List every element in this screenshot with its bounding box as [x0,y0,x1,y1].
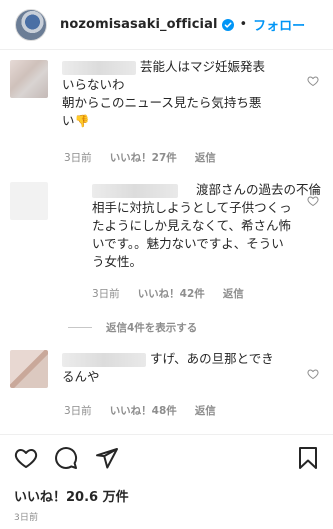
post-action-bar [0,440,333,476]
thumbs-down-emoji: 👎 [74,114,90,128]
comment-time: 3日前 [64,152,92,164]
reply-button[interactable]: 返信 [195,403,216,418]
reply-button[interactable]: 返信 [223,286,244,301]
comment-text: 渡部さんの過去の不倫 [196,181,321,199]
comment-meta: 3日前 いいね！27件 返信 [64,150,216,165]
view-replies-label: 返信4件を表示する [106,322,198,334]
comment-text: 芸能人はマジ妊娠発表 [140,58,265,76]
like-heart-icon[interactable] [307,195,319,207]
view-replies-button[interactable]: 返信4件を表示する [68,320,197,335]
comment-line: 相手に対抗しようとして子供つくっ [92,200,292,215]
commenter-name-blurred[interactable] [92,184,178,198]
heart-icon[interactable] [14,446,38,470]
comment-line: たようにしか見えなくて、希さん怖 [92,218,292,233]
comment-item: すげ、あの旦那とでき るんや 3日前 いいね！48件 返信 [0,350,333,425]
replies-divider-line [68,327,92,328]
username[interactable]: nozomisasaki_official [60,17,218,32]
share-paper-plane-icon[interactable] [95,446,119,470]
commenter-name-blurred[interactable] [62,61,136,75]
comment-line: いらないわ [62,77,125,92]
comment-line: すげ、あの旦那とでき [150,351,274,366]
comment-likes[interactable]: いいね！27件 [110,150,177,165]
comment-meta: 3日前 いいね！48件 返信 [64,403,216,418]
action-bar-divider [0,434,333,435]
comment-line: 渡部さんの過去の不倫 [196,182,322,197]
comment-item: 渡部さんの過去の不倫 相手に対抗しようとして子供つくっ たようにしか見えなくて、… [0,180,333,305]
commenter-avatar[interactable] [10,60,48,98]
avatar[interactable] [15,8,47,41]
commenter-avatar[interactable] [10,350,48,388]
comment-time: 3日前 [92,288,120,300]
verified-badge-icon [221,18,234,31]
commenter-name-blurred[interactable] [62,353,146,367]
comment-item: 芸能人はマジ妊娠発表 いらないわ 朝からこのニュース見たら気持ち悪 い👎 3日前… [0,58,333,168]
bookmark-icon[interactable] [296,446,320,470]
post-time: 3日前 [14,513,39,523]
comment-text-body: いらないわ 朝からこのニュース見たら気持ち悪 い👎 [62,76,312,130]
comment-meta: 3日前 いいね！42件 返信 [92,286,244,301]
likes-total[interactable]: いいね！20.6 万件 [14,486,129,505]
follow-button[interactable]: フォロー [253,15,305,34]
comment-time: 3日前 [64,405,92,417]
comment-line: 朝からこのニュース見たら気持ち悪 [62,95,262,110]
comment-text: すげ、あの旦那とでき [150,350,274,368]
commenter-avatar[interactable] [10,182,48,220]
comment-line: い [62,113,75,128]
separator-dot: • [239,17,248,32]
comment-likes[interactable]: いいね！42件 [138,286,205,301]
comment-line: う女性。 [92,254,143,269]
comment-line-last: い👎 [62,112,312,130]
comment-line: るんや [62,369,100,384]
reply-button[interactable]: 返信 [195,150,216,165]
comment-text-body: るんや [62,368,262,386]
comment-line: いです。。魅力ないですよ、そうい [92,236,284,251]
like-heart-icon[interactable] [307,75,319,87]
comment-likes[interactable]: いいね！48件 [110,403,177,418]
post-header: nozomisasaki_official • フォロー [0,0,333,50]
comment-text-body: 相手に対抗しようとして子供つくっ たようにしか見えなくて、希さん怖 いです。。魅… [92,199,327,271]
like-heart-icon[interactable] [307,368,319,380]
comment-line: 芸能人はマジ妊娠発表 [140,59,266,74]
comment-icon[interactable] [54,446,78,470]
